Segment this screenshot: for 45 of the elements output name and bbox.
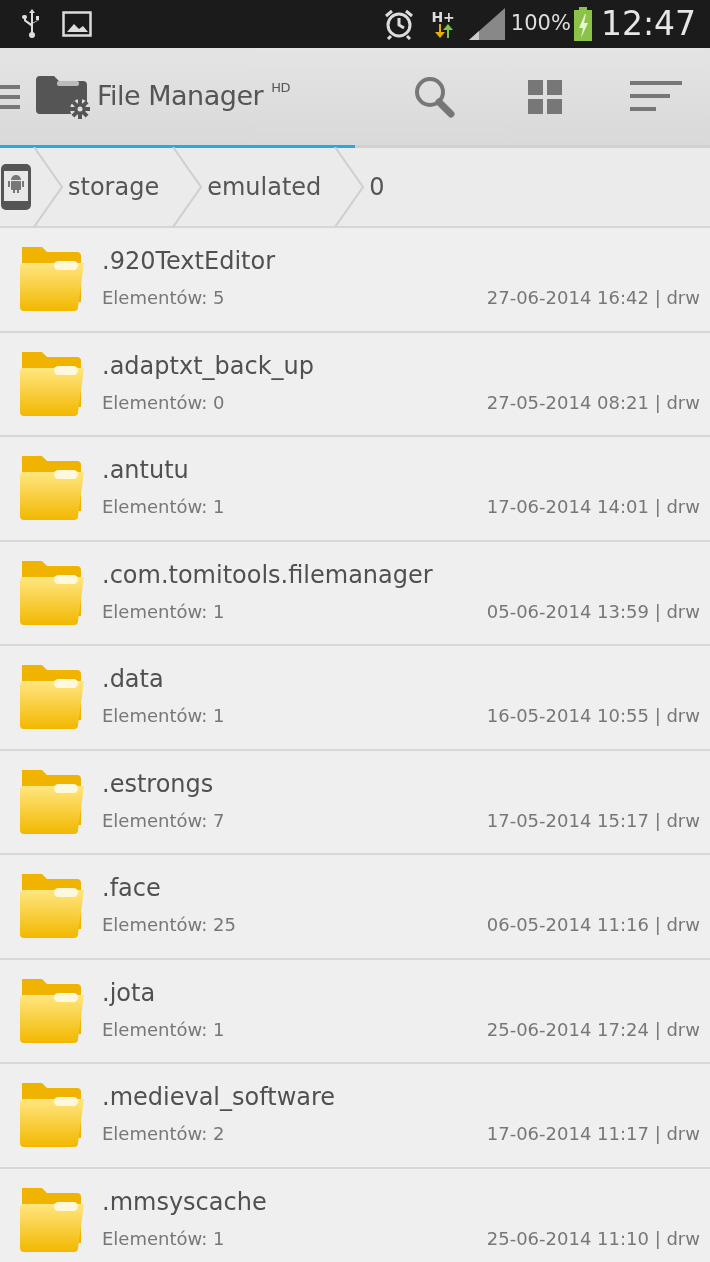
folder-name: .face [102,874,162,904]
folder-name: .mmsyscache [102,1187,268,1217]
clock: 12:47 [600,3,696,46]
breadcrumb-item[interactable]: storage [68,169,172,205]
item-count: Elementów: 1 [102,704,225,729]
folder-name: .antutu [102,456,190,486]
item-count: Elementów: 1 [102,599,225,624]
modified-info: 27-05-2014 08:21 | drw [486,390,700,415]
sort-icon [630,80,682,113]
item-count: Elementów: 1 [102,495,225,520]
folder-name: .data [102,665,165,695]
folder-name: .jota [102,978,157,1008]
modified-info: 27-06-2014 16:42 | drw [486,286,700,311]
battery-percent: 100% [510,10,571,38]
modified-info: 16-05-2014 10:55 | drw [486,704,700,729]
modified-info: 25-06-2014 11:10 | drw [486,1226,700,1251]
data-arrows-icon [433,24,454,38]
folder-name: .920TextEditor [102,247,276,277]
grid-icon [528,79,562,114]
modified-info: 25-06-2014 17:24 | drw [486,1017,700,1042]
image-icon [62,11,92,37]
item-count: Elementów: 1 [102,1226,225,1251]
battery-icon [572,7,593,41]
folder-name: .com.tomitools.filemanager [102,560,434,590]
folder-name: .estrongs [102,769,215,799]
sort-button[interactable] [630,80,682,113]
device-root-button[interactable] [0,163,32,211]
alarm-icon [383,8,416,40]
breadcrumb-item[interactable]: 0 [369,169,397,205]
grid-view-button[interactable] [528,79,562,114]
item-count: Elementów: 5 [102,286,225,311]
modified-info: 06-05-2014 11:16 | drw [486,913,700,938]
modified-info: 17-06-2014 11:17 | drw [486,1122,700,1147]
item-count: Elementów: 25 [102,913,236,938]
modified-info: 17-05-2014 15:17 | drw [486,808,700,833]
folder-name: .medieval_software [102,1083,337,1113]
folder-name: .adaptxt_back_up [102,351,315,381]
breadcrumb-item[interactable]: emulated [207,169,334,205]
network-type-label: H+ [431,10,455,24]
item-count: Elementów: 7 [102,808,225,833]
modified-info: 05-06-2014 13:59 | drw [486,599,700,624]
item-count: Elementów: 2 [102,1122,225,1147]
item-count: Elementów: 0 [102,390,225,415]
modified-info: 17-06-2014 14:01 | drw [486,495,700,520]
item-count: Elementów: 1 [102,1017,225,1042]
